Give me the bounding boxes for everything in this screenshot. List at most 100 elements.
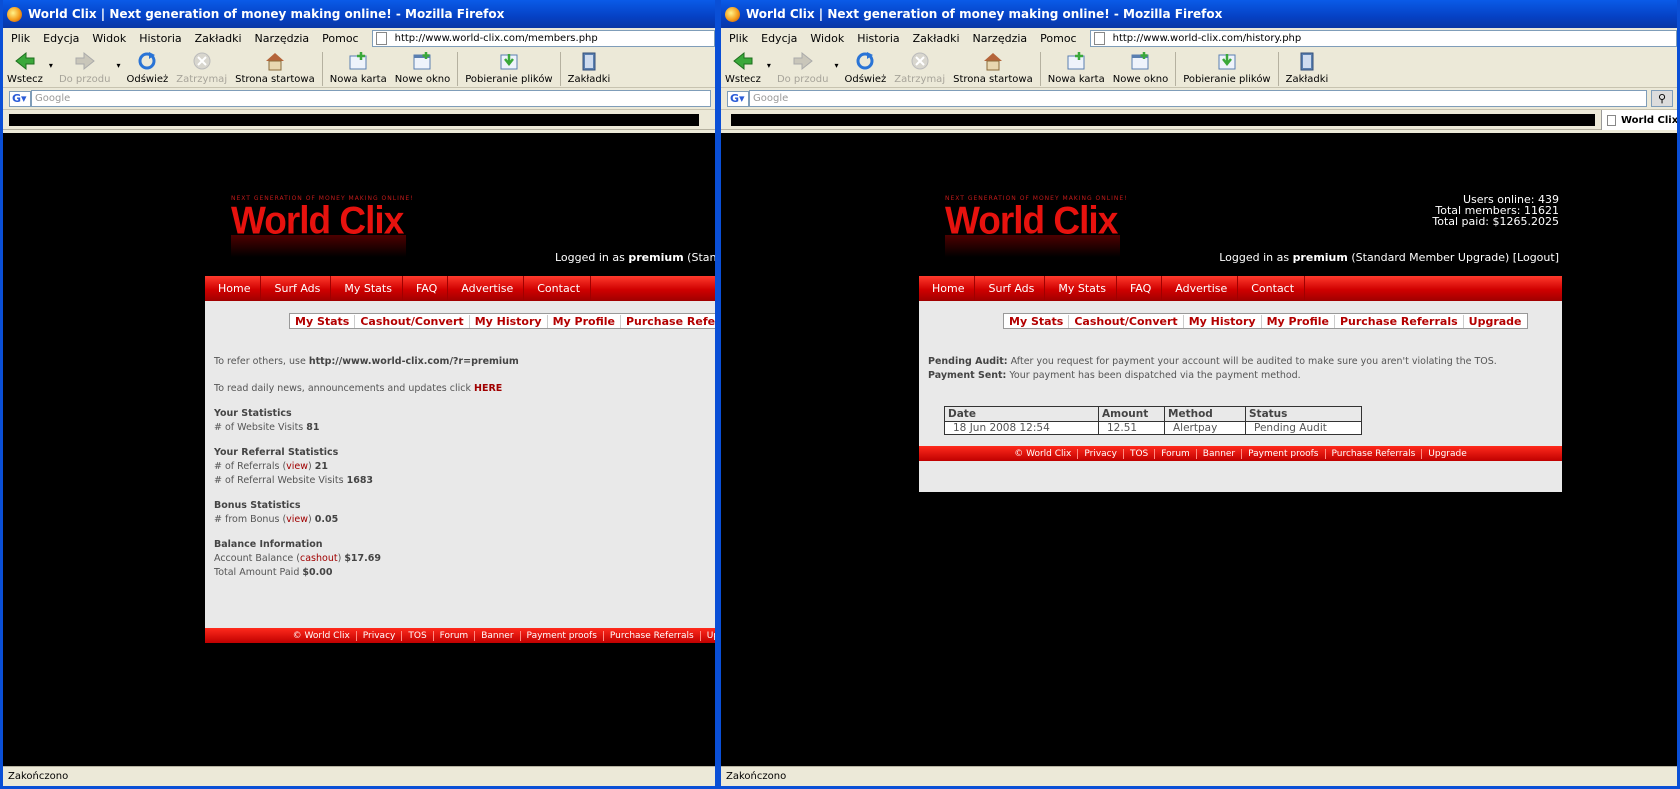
view-bonus-link[interactable]: view — [286, 514, 308, 525]
nav-contact[interactable]: Contact — [1238, 276, 1306, 301]
stop-button[interactable]: Zatrzymaj — [172, 51, 231, 85]
footer-copyright[interactable]: © World Clix — [287, 630, 357, 641]
menu-view[interactable]: Widok — [86, 32, 133, 45]
search-icon[interactable]: ⚲ — [1651, 90, 1673, 107]
nav-advertise[interactable]: Advertise — [1162, 276, 1239, 301]
username: premium — [1292, 251, 1348, 264]
downloads-button[interactable]: Pobieranie plików — [1179, 51, 1274, 85]
menu-tools[interactable]: Narzędzia — [967, 32, 1035, 45]
nav-my-stats[interactable]: My Stats — [1045, 276, 1117, 301]
subnav-my-profile[interactable]: My Profile — [1262, 314, 1335, 328]
footer-tos[interactable]: TOS — [402, 630, 434, 641]
new-window-button[interactable]: Nowe okno — [1109, 51, 1172, 85]
new-window-button[interactable]: Nowe okno — [391, 51, 454, 85]
footer-upgrade[interactable]: Upgrade — [1422, 449, 1472, 459]
back-dropdown-icon[interactable]: ▾ — [47, 61, 55, 70]
reload-button[interactable]: Odśwież — [840, 51, 890, 85]
site-logo[interactable]: NEXT GENERATION OF MONEY MAKING ONLINE! … — [231, 195, 431, 265]
reload-icon — [136, 51, 158, 71]
toolbar-separator — [1039, 52, 1041, 86]
new-tab-button[interactable]: Nowa karta — [326, 51, 391, 85]
back-button[interactable]: Wstecz — [721, 51, 765, 85]
home-button[interactable]: Strona startowa — [231, 51, 319, 85]
menu-view[interactable]: Widok — [804, 32, 851, 45]
reload-button[interactable]: Odśwież — [122, 51, 172, 85]
subnav-my-history[interactable]: My History — [470, 314, 548, 328]
menu-bookmarks[interactable]: Zakładki — [189, 32, 249, 45]
site-logo[interactable]: NEXT GENERATION OF MONEY MAKING ONLINE! … — [945, 195, 1145, 265]
menu-help[interactable]: Pomoc — [1034, 32, 1083, 45]
forward-button[interactable]: Do przodu — [55, 51, 115, 85]
nav-faq[interactable]: FAQ — [403, 276, 449, 301]
back-button[interactable]: Wstecz — [3, 51, 47, 85]
back-dropdown-icon[interactable]: ▾ — [765, 61, 773, 70]
forward-dropdown-icon[interactable]: ▾ — [832, 61, 840, 70]
menu-bookmarks[interactable]: Zakładki — [907, 32, 967, 45]
footer-banner[interactable]: Banner — [475, 630, 521, 641]
nav-contact[interactable]: Contact — [524, 276, 592, 301]
view-referrals-link[interactable]: view — [286, 461, 308, 472]
menu-file[interactable]: Plik — [5, 32, 37, 45]
nav-faq[interactable]: FAQ — [1117, 276, 1163, 301]
google-engine-icon[interactable]: G▾ — [727, 90, 749, 107]
bookmarks-button[interactable]: Zakładki — [564, 51, 615, 85]
footer-upgrade[interactable]: Up — [701, 631, 715, 641]
footer-privacy[interactable]: Privacy — [1078, 448, 1124, 459]
footer-tos[interactable]: TOS — [1124, 448, 1156, 459]
nav-advertise[interactable]: Advertise — [448, 276, 525, 301]
cashout-link[interactable]: cashout — [300, 553, 338, 564]
home-button[interactable]: Strona startowa — [949, 51, 1037, 85]
forward-button[interactable]: Do przodu — [773, 51, 833, 85]
forward-dropdown-icon[interactable]: ▾ — [114, 61, 122, 70]
news-here-link[interactable]: HERE — [474, 383, 502, 394]
subnav-upgrade[interactable]: Upgrade — [1464, 315, 1527, 328]
reload-icon — [854, 51, 876, 71]
google-engine-icon[interactable]: G▾ — [9, 90, 31, 107]
nav-surf-ads[interactable]: Surf Ads — [975, 276, 1046, 301]
subnav-my-history[interactable]: My History — [1184, 314, 1262, 328]
footer-purchase-referrals[interactable]: Purchase Referrals — [1326, 448, 1423, 459]
footer-payment-proofs[interactable]: Payment proofs — [1242, 448, 1326, 459]
nav-surf-ads[interactable]: Surf Ads — [261, 276, 332, 301]
footer-purchase-referrals[interactable]: Purchase Referrals — [604, 630, 701, 641]
footer-forum[interactable]: Forum — [434, 630, 476, 641]
menu-file[interactable]: Plik — [723, 32, 755, 45]
website-visits-line: # of Website Visits 81 — [214, 422, 320, 433]
address-bar[interactable]: http://www.world-clix.com/history.php — [1089, 29, 1677, 47]
menu-edit[interactable]: Edycja — [37, 32, 86, 45]
referral-link[interactable]: http://www.world-clix.com/?r=premium — [309, 356, 519, 367]
menu-tools[interactable]: Narzędzia — [249, 32, 317, 45]
address-bar[interactable]: http://www.world-clix.com/members.php — [371, 29, 715, 47]
subnav-my-stats[interactable]: My Stats — [1004, 314, 1070, 328]
balance-heading: Balance Information — [214, 539, 323, 550]
menu-edit[interactable]: Edycja — [755, 32, 804, 45]
nav-home[interactable]: Home — [205, 276, 262, 301]
footer-payment-proofs[interactable]: Payment proofs — [521, 630, 604, 641]
search-input[interactable]: Google — [31, 90, 711, 107]
bookmarks-button[interactable]: Zakładki — [1282, 51, 1333, 85]
downloads-button[interactable]: Pobieranie plików — [461, 51, 556, 85]
new-window-icon — [1129, 51, 1151, 71]
subnav-my-stats[interactable]: My Stats — [290, 314, 356, 328]
nav-home[interactable]: Home — [919, 276, 976, 301]
search-input[interactable]: Google — [749, 90, 1647, 107]
menu-history[interactable]: Historia — [851, 32, 906, 45]
subnav-cashout[interactable]: Cashout/Convert — [355, 314, 470, 328]
new-tab-button[interactable]: Nowa karta — [1044, 51, 1109, 85]
stop-button[interactable]: Zatrzymaj — [890, 51, 949, 85]
top-nav: Home Surf Ads My Stats FAQ Advertise Con… — [919, 276, 1562, 301]
subnav-cashout[interactable]: Cashout/Convert — [1069, 314, 1184, 328]
tab-world-clix[interactable]: World Clix | — [1601, 110, 1677, 130]
nav-my-stats[interactable]: My Stats — [331, 276, 403, 301]
subnav-purchase-referrals[interactable]: Purchase Referrals — [1335, 314, 1464, 328]
menu-history[interactable]: Historia — [133, 32, 188, 45]
subnav-my-profile[interactable]: My Profile — [548, 314, 621, 328]
subnav-purchase-referrals[interactable]: Purchase Referrals — [621, 315, 715, 328]
footer-privacy[interactable]: Privacy — [357, 630, 403, 641]
logged-in-text: Logged in as premium (Standard Member Up… — [1219, 251, 1559, 264]
footer-banner[interactable]: Banner — [1197, 448, 1243, 459]
footer-forum[interactable]: Forum — [1155, 448, 1197, 459]
status-bar: Zakończono — [721, 766, 1677, 786]
menu-help[interactable]: Pomoc — [316, 32, 365, 45]
footer-copyright[interactable]: © World Clix — [1008, 448, 1079, 459]
